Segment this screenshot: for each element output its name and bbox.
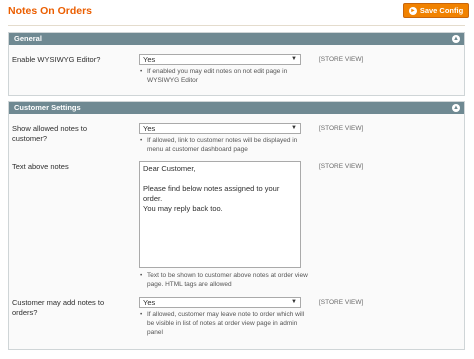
title-divider <box>8 25 465 26</box>
bullet-icon: • <box>140 272 143 279</box>
save-config-button[interactable]: ▸ Save Config <box>403 3 469 18</box>
section-general-title: General <box>14 34 42 43</box>
section-customer-settings-header[interactable]: Customer Settings ▲ <box>9 102 464 114</box>
collapse-icon[interactable]: ▲ <box>452 35 460 43</box>
text-above-scope: [STORE VIEW] <box>319 163 364 170</box>
add-notes-select[interactable]: Yes ▼ <box>139 297 301 308</box>
chevron-down-icon: ▼ <box>291 56 297 62</box>
wysiwyg-note: • If enabled you may edit notes on not e… <box>140 68 288 84</box>
text-above-textarea[interactable]: Dear Customer, Please find below notes a… <box>139 161 301 268</box>
wysiwyg-label: Enable WYSIWYG Editor? <box>12 55 101 64</box>
show-notes-note: • If allowed, link to customer notes wil… <box>140 137 298 153</box>
wysiwyg-select[interactable]: Yes ▼ <box>139 54 301 65</box>
show-notes-select-value: Yes <box>143 124 156 133</box>
chevron-down-icon: ▼ <box>291 299 297 305</box>
text-above-note: • Text to be shown to customer above not… <box>140 272 308 288</box>
show-notes-label: Show allowed notes to customer? <box>12 124 88 143</box>
wysiwyg-select-value: Yes <box>143 55 156 64</box>
bullet-icon: • <box>140 68 143 75</box>
collapse-icon[interactable]: ▲ <box>452 104 460 112</box>
bullet-icon: • <box>140 137 143 144</box>
save-icon: ▸ <box>408 6 417 15</box>
add-notes-scope: [STORE VIEW] <box>319 299 364 306</box>
add-notes-label: Customer may add notes to orders? <box>12 298 105 317</box>
add-notes-select-value: Yes <box>143 298 156 307</box>
text-above-label: Text above notes <box>12 162 69 171</box>
show-notes-select[interactable]: Yes ▼ <box>139 123 301 134</box>
add-notes-note: • If allowed, customer may leave note to… <box>140 311 305 336</box>
wysiwyg-scope: [STORE VIEW] <box>319 56 364 63</box>
section-general-header[interactable]: General ▲ <box>9 33 464 45</box>
chevron-down-icon: ▼ <box>291 125 297 131</box>
show-notes-scope: [STORE VIEW] <box>319 125 364 132</box>
bullet-icon: • <box>140 311 143 318</box>
section-customer-settings-title: Customer Settings <box>14 103 81 112</box>
page-title: Notes On Orders <box>8 5 93 17</box>
save-config-label: Save Config <box>419 6 464 15</box>
